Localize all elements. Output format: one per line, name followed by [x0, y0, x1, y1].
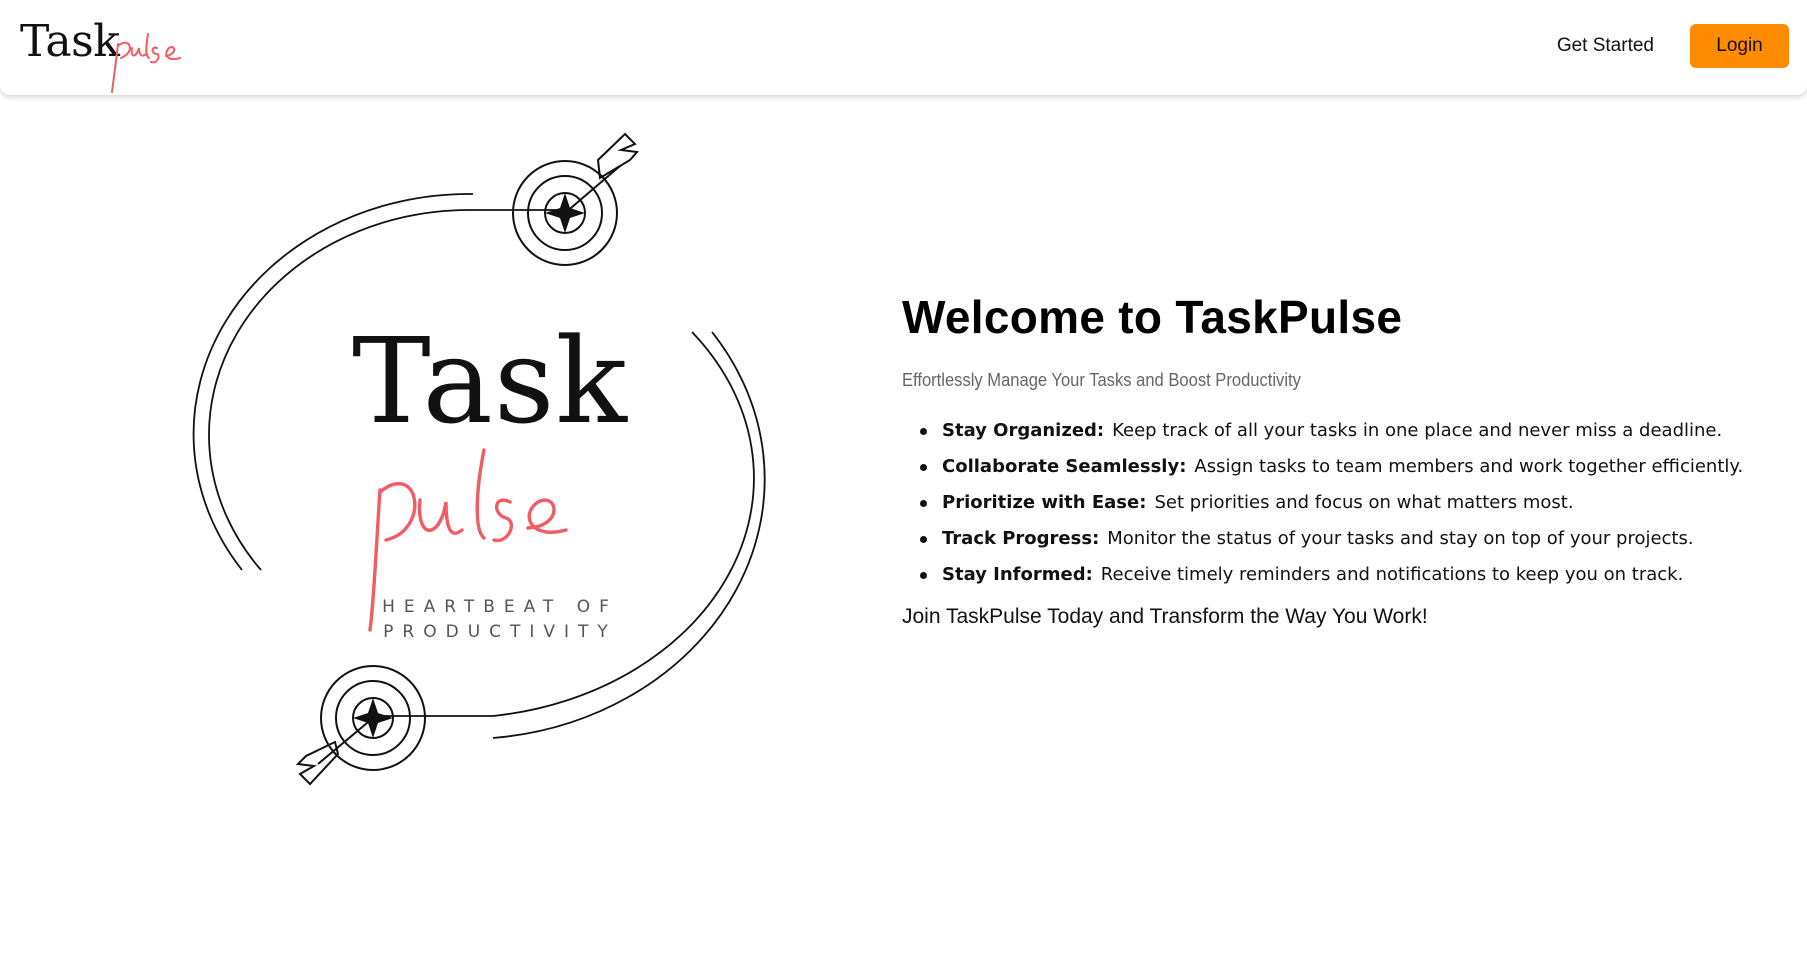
- target-arrow-icon: [295, 665, 493, 786]
- feature-label: Stay Informed:: [942, 564, 1093, 585]
- hero-circle-graphic: pulse: [192, 132, 766, 786]
- target-arrow-icon: [473, 132, 639, 266]
- feature-label: Track Progress:: [942, 528, 1100, 549]
- feature-text: Receive timely reminders and notificatio…: [1100, 564, 1684, 585]
- logo-pulse-script: pulse: [111, 33, 181, 93]
- login-button[interactable]: Login: [1690, 24, 1789, 68]
- navbar: Task pulse Get Started Login: [0, 0, 1807, 95]
- tagline-line-1: HEARTBEAT OF: [382, 597, 618, 617]
- feature-item: Stay Organized: Keep track of all your ta…: [920, 413, 1782, 449]
- hero-tagline: HEARTBEAT OF PRODUCTIVITY: [380, 595, 620, 645]
- page-title: Welcome to TaskPulse: [902, 291, 1403, 343]
- hero-logo-word: Task: [352, 312, 628, 450]
- feature-text: Keep track of all your tasks in one plac…: [1112, 420, 1723, 441]
- get-started-link[interactable]: Get Started: [1557, 35, 1654, 57]
- logo[interactable]: Task pulse: [20, 14, 190, 93]
- nav-links: Get Started Login: [1557, 24, 1789, 68]
- feature-item: Track Progress: Monitor the status of you…: [920, 521, 1782, 557]
- feature-text: Assign tasks to team members and work to…: [1194, 456, 1744, 477]
- feature-list: Stay Organized: Keep track of all your ta…: [902, 413, 1782, 593]
- feature-label: Collaborate Seamlessly:: [942, 456, 1187, 477]
- feature-label: Prioritize with Ease:: [942, 492, 1147, 513]
- tagline-line-2: PRODUCTIVITY: [383, 622, 617, 642]
- hero-logo-graphic: pulse Task HEARTBEAT OF PRODUCTIVITY: [180, 130, 780, 800]
- feature-item: Prioritize with Ease: Set priorities and …: [920, 485, 1782, 521]
- call-to-action: Join TaskPulse Today and Transform the W…: [902, 605, 1428, 628]
- feature-text: Set priorities and focus on what matters…: [1154, 492, 1574, 513]
- feature-item: Collaborate Seamlessly: Assign tasks to t…: [920, 449, 1782, 485]
- feature-label: Stay Organized:: [942, 420, 1105, 441]
- feature-item: Stay Informed: Receive timely reminders a…: [920, 557, 1782, 593]
- feature-text: Monitor the status of your tasks and sta…: [1107, 528, 1694, 549]
- welcome-section: Welcome to TaskPulse Effortlessly Manage…: [902, 290, 1782, 629]
- subtitle: Effortlessly Manage Your Tasks and Boost…: [902, 370, 1301, 390]
